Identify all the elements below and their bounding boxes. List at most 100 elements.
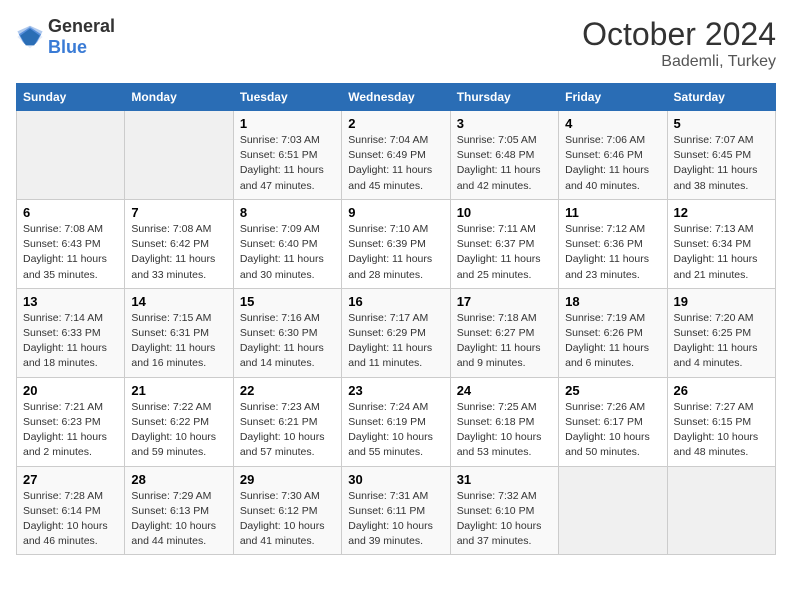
day-number: 30 <box>348 472 443 487</box>
weekday-header: Wednesday <box>342 84 450 111</box>
day-number: 12 <box>674 205 769 220</box>
calendar-cell: 28Sunrise: 7:29 AMSunset: 6:13 PMDayligh… <box>125 466 233 555</box>
day-info: Sunrise: 7:19 AMSunset: 6:26 PMDaylight:… <box>565 311 660 372</box>
calendar-cell: 16Sunrise: 7:17 AMSunset: 6:29 PMDayligh… <box>342 288 450 377</box>
day-info: Sunrise: 7:31 AMSunset: 6:11 PMDaylight:… <box>348 489 443 550</box>
calendar-cell: 7Sunrise: 7:08 AMSunset: 6:42 PMDaylight… <box>125 199 233 288</box>
calendar-cell: 12 Sunrise: 7:13 AMSunset: 6:34 PMDayligh… <box>667 199 775 288</box>
logo-wordmark: General Blue <box>48 16 115 58</box>
calendar-cell: 27 Sunrise: 7:28 AMSunset: 6:14 PMDayligh… <box>17 466 125 555</box>
day-number: 17 <box>457 294 552 309</box>
calendar-cell: 6Sunrise: 7:08 AMSunset: 6:43 PMDaylight… <box>17 199 125 288</box>
calendar-cell: 19Sunrise: 7:20 AMSunset: 6:25 PMDayligh… <box>667 288 775 377</box>
day-number: 27 <box>23 472 118 487</box>
weekday-header: Thursday <box>450 84 558 111</box>
weekday-header: Friday <box>559 84 667 111</box>
day-info: Sunrise: 7:05 AMSunset: 6:48 PMDaylight:… <box>457 133 552 194</box>
calendar-cell <box>125 111 233 200</box>
calendar-cell: 30 Sunrise: 7:31 AMSunset: 6:11 PMDayligh… <box>342 466 450 555</box>
page-header: General Blue October 2024 Bademli, Turke… <box>16 16 776 71</box>
calendar-cell: 31 Sunrise: 7:32 AMSunset: 6:10 PMDayligh… <box>450 466 558 555</box>
day-info: Sunrise: 7:15 AMSunset: 6:31 PMDaylight:… <box>131 311 226 372</box>
day-info: Sunrise: 7:22 AMSunset: 6:22 PMDaylight:… <box>131 400 226 461</box>
calendar-cell: 15Sunrise: 7:16 AMSunset: 6:30 PMDayligh… <box>233 288 341 377</box>
day-number: 31 <box>457 472 552 487</box>
calendar-week-row: 6Sunrise: 7:08 AMSunset: 6:43 PMDaylight… <box>17 199 776 288</box>
day-info: Sunrise: 7:12 AMSunset: 6:36 PMDaylight:… <box>565 222 660 283</box>
calendar-cell: 21 Sunrise: 7:22 AMSunset: 6:22 PMDayligh… <box>125 377 233 466</box>
day-info: Sunrise: 7:16 AMSunset: 6:30 PMDaylight:… <box>240 311 335 372</box>
weekday-header: Sunday <box>17 84 125 111</box>
day-info: Sunrise: 7:03 AMSunset: 6:51 PMDaylight:… <box>240 133 335 194</box>
calendar-cell: 10 Sunrise: 7:11 AMSunset: 6:37 PMDayligh… <box>450 199 558 288</box>
calendar-cell: 18 Sunrise: 7:19 AMSunset: 6:26 PMDayligh… <box>559 288 667 377</box>
day-number: 16 <box>348 294 443 309</box>
day-info: Sunrise: 7:09 AMSunset: 6:40 PMDaylight:… <box>240 222 335 283</box>
day-number: 10 <box>457 205 552 220</box>
day-number: 22 <box>240 383 335 398</box>
day-info: Sunrise: 7:27 AMSunset: 6:15 PMDaylight:… <box>674 400 769 461</box>
calendar-cell: 3Sunrise: 7:05 AMSunset: 6:48 PMDaylight… <box>450 111 558 200</box>
day-info: Sunrise: 7:26 AMSunset: 6:17 PMDaylight:… <box>565 400 660 461</box>
day-number: 20 <box>23 383 118 398</box>
day-number: 9 <box>348 205 443 220</box>
calendar-cell: 11 Sunrise: 7:12 AMSunset: 6:36 PMDayligh… <box>559 199 667 288</box>
day-number: 21 <box>131 383 226 398</box>
day-info: Sunrise: 7:32 AMSunset: 6:10 PMDaylight:… <box>457 489 552 550</box>
logo-icon <box>16 23 44 51</box>
day-number: 13 <box>23 294 118 309</box>
day-number: 18 <box>565 294 660 309</box>
day-info: Sunrise: 7:10 AMSunset: 6:39 PMDaylight:… <box>348 222 443 283</box>
calendar-cell: 13 Sunrise: 7:14 AMSunset: 6:33 PMDayligh… <box>17 288 125 377</box>
day-info: Sunrise: 7:13 AMSunset: 6:34 PMDaylight:… <box>674 222 769 283</box>
calendar-cell: 1 Sunrise: 7:03 AMSunset: 6:51 PMDaylight… <box>233 111 341 200</box>
weekday-header-row: SundayMondayTuesdayWednesdayThursdayFrid… <box>17 84 776 111</box>
calendar-cell: 14Sunrise: 7:15 AMSunset: 6:31 PMDayligh… <box>125 288 233 377</box>
day-number: 2 <box>348 116 443 131</box>
day-info: Sunrise: 7:06 AMSunset: 6:46 PMDaylight:… <box>565 133 660 194</box>
calendar-cell: 26 Sunrise: 7:27 AMSunset: 6:15 PMDayligh… <box>667 377 775 466</box>
day-number: 25 <box>565 383 660 398</box>
day-number: 28 <box>131 472 226 487</box>
calendar-cell <box>667 466 775 555</box>
calendar-cell: 25 Sunrise: 7:26 AMSunset: 6:17 PMDayligh… <box>559 377 667 466</box>
day-number: 26 <box>674 383 769 398</box>
month-title: October 2024 <box>582 16 776 53</box>
day-number: 19 <box>674 294 769 309</box>
calendar-cell: 17 Sunrise: 7:18 AMSunset: 6:27 PMDayligh… <box>450 288 558 377</box>
calendar-table: SundayMondayTuesdayWednesdayThursdayFrid… <box>16 83 776 555</box>
day-number: 23 <box>348 383 443 398</box>
day-number: 4 <box>565 116 660 131</box>
day-info: Sunrise: 7:28 AMSunset: 6:14 PMDaylight:… <box>23 489 118 550</box>
calendar-cell: 8 Sunrise: 7:09 AMSunset: 6:40 PMDaylight… <box>233 199 341 288</box>
weekday-header: Tuesday <box>233 84 341 111</box>
title-block: October 2024 Bademli, Turkey <box>582 16 776 71</box>
logo: General Blue <box>16 16 115 58</box>
day-number: 8 <box>240 205 335 220</box>
day-info: Sunrise: 7:14 AMSunset: 6:33 PMDaylight:… <box>23 311 118 372</box>
calendar-cell <box>17 111 125 200</box>
day-number: 29 <box>240 472 335 487</box>
day-info: Sunrise: 7:23 AMSunset: 6:21 PMDaylight:… <box>240 400 335 461</box>
calendar-week-row: 27 Sunrise: 7:28 AMSunset: 6:14 PMDayligh… <box>17 466 776 555</box>
calendar-week-row: 1 Sunrise: 7:03 AMSunset: 6:51 PMDaylight… <box>17 111 776 200</box>
day-info: Sunrise: 7:04 AMSunset: 6:49 PMDaylight:… <box>348 133 443 194</box>
day-info: Sunrise: 7:25 AMSunset: 6:18 PMDaylight:… <box>457 400 552 461</box>
calendar-cell: 29 Sunrise: 7:30 AMSunset: 6:12 PMDayligh… <box>233 466 341 555</box>
day-info: Sunrise: 7:11 AMSunset: 6:37 PMDaylight:… <box>457 222 552 283</box>
calendar-cell: 23Sunrise: 7:24 AMSunset: 6:19 PMDayligh… <box>342 377 450 466</box>
day-number: 5 <box>674 116 769 131</box>
day-info: Sunrise: 7:30 AMSunset: 6:12 PMDaylight:… <box>240 489 335 550</box>
calendar-cell: 20 Sunrise: 7:21 AMSunset: 6:23 PMDayligh… <box>17 377 125 466</box>
calendar-week-row: 13 Sunrise: 7:14 AMSunset: 6:33 PMDayligh… <box>17 288 776 377</box>
day-number: 24 <box>457 383 552 398</box>
day-number: 11 <box>565 205 660 220</box>
day-info: Sunrise: 7:18 AMSunset: 6:27 PMDaylight:… <box>457 311 552 372</box>
day-number: 1 <box>240 116 335 131</box>
calendar-cell: 9 Sunrise: 7:10 AMSunset: 6:39 PMDaylight… <box>342 199 450 288</box>
calendar-cell: 2 Sunrise: 7:04 AMSunset: 6:49 PMDaylight… <box>342 111 450 200</box>
weekday-header: Monday <box>125 84 233 111</box>
calendar-cell: 4 Sunrise: 7:06 AMSunset: 6:46 PMDaylight… <box>559 111 667 200</box>
calendar-week-row: 20 Sunrise: 7:21 AMSunset: 6:23 PMDayligh… <box>17 377 776 466</box>
day-info: Sunrise: 7:21 AMSunset: 6:23 PMDaylight:… <box>23 400 118 461</box>
